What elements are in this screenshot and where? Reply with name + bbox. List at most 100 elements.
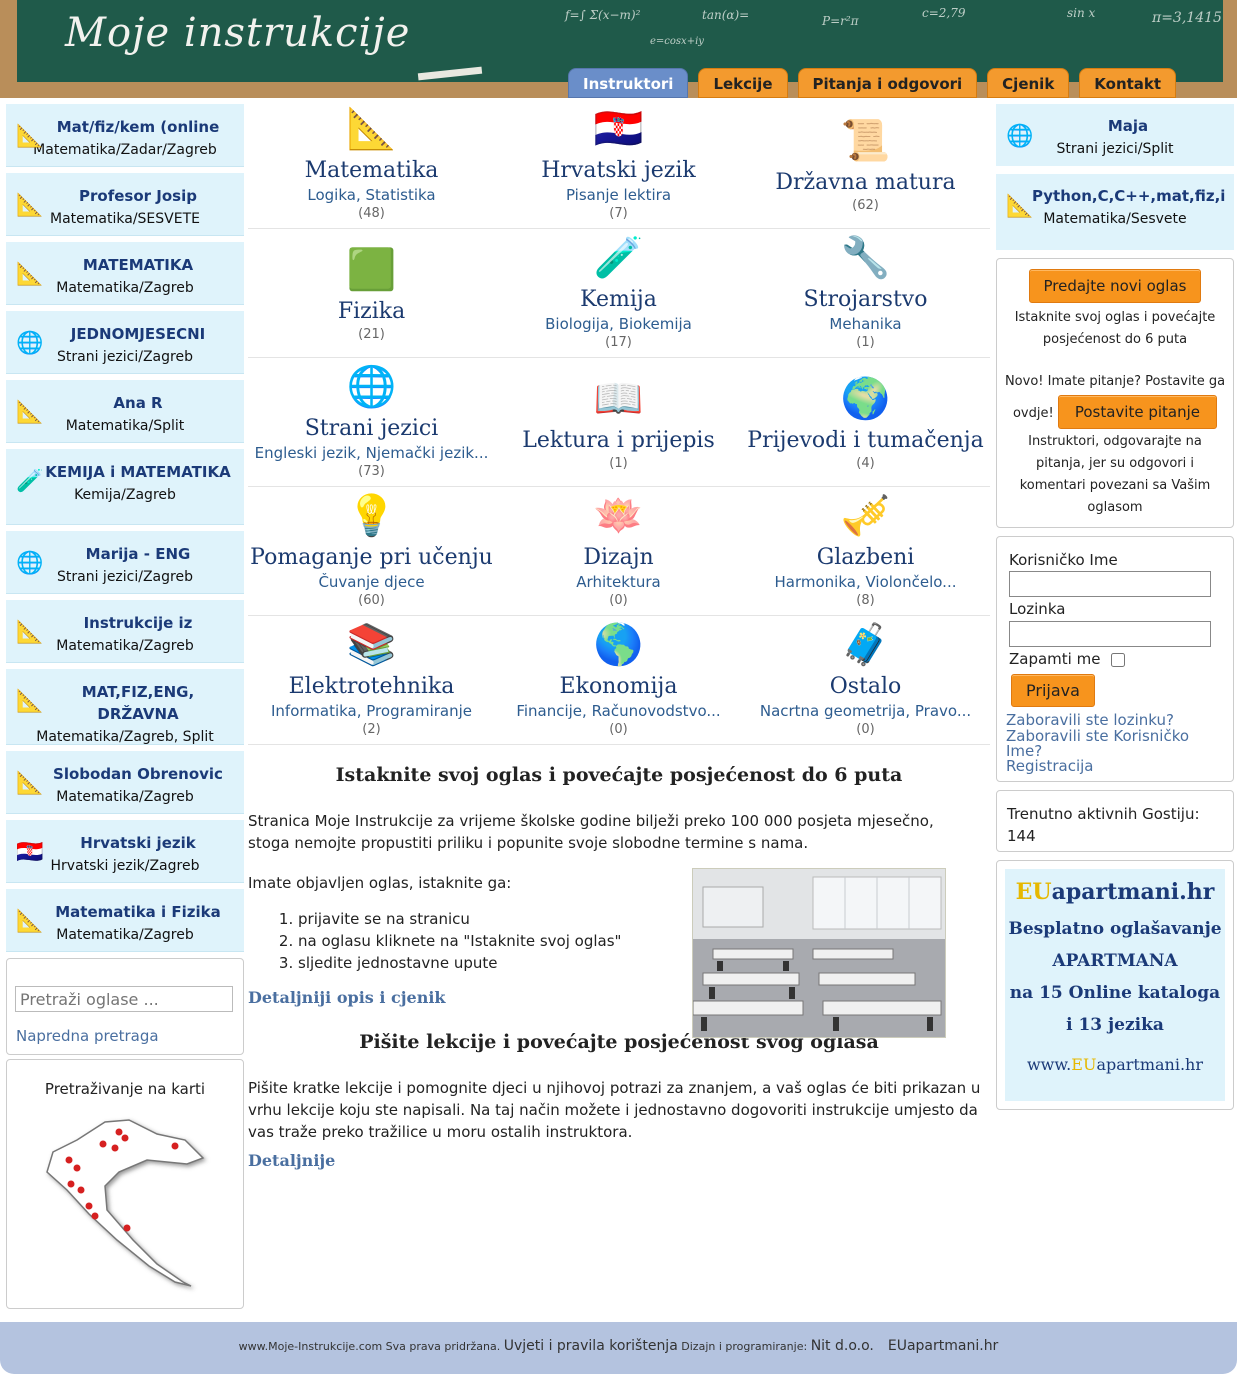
category-državna-matura[interactable]: 📜 Državna matura (62): [742, 112, 989, 213]
category-subjects[interactable]: Čuvanje djece: [248, 573, 495, 591]
formula-text: π=3,1415: [1152, 10, 1222, 26]
flask-icon: 🧪: [593, 235, 644, 281]
category-subjects[interactable]: Financije, Računovodstvo...: [495, 702, 742, 720]
tab-pitanja[interactable]: Pitanja i odgovori: [797, 68, 978, 98]
category-subjects[interactable]: Logika, Statistika: [248, 186, 495, 204]
eu-line: Besplatno oglašavanje: [1008, 919, 1222, 939]
classroom-photo: [692, 868, 946, 1038]
search-input[interactable]: [15, 986, 233, 1012]
category-matematika[interactable]: 📐 Matematika Logika, Statistika (48): [248, 100, 495, 221]
instructor-ad-card[interactable]: 🧪 KEMIJA i MATEMATIKA Kemija/Zagreb: [6, 449, 244, 525]
site-logo[interactable]: Moje instrukcije: [65, 10, 410, 56]
category-name[interactable]: Lektura i prijepis: [495, 428, 742, 454]
category-name[interactable]: Fizika: [248, 299, 495, 325]
company-link[interactable]: Nit d.o.o.: [811, 1338, 874, 1354]
instructor-ad-card[interactable]: 🌐 Maja Strani jezici/Split: [996, 104, 1234, 166]
globe-icon: 🌐: [16, 331, 44, 356]
eu-brand-b: apartmani.hr: [1051, 879, 1215, 905]
category-pomaganje-pri-učenju[interactable]: 💡 Pomaganje pri učenju Čuvanje djece (60): [248, 487, 495, 608]
category-count: (0): [856, 722, 875, 737]
promo-title-highlight: Istaknite svoj oglas i povećajte posjeće…: [335, 764, 903, 786]
instructor-ad-card[interactable]: 📐 Mat/fiz/kem (online Matematika/Zadar/Zag…: [6, 104, 244, 167]
eu-url-a: www.: [1026, 1055, 1072, 1074]
category-fizika[interactable]: 🟩 Fizika (21): [248, 241, 495, 342]
category-count: (60): [358, 593, 385, 608]
category-name[interactable]: Strani jezici: [248, 416, 495, 442]
terms-link[interactable]: Uvjeti i pravila korištenja: [504, 1338, 678, 1354]
instructor-ad-card[interactable]: 📐 Slobodan Obrenovic Matematika/Zagreb: [6, 751, 244, 814]
ask-question-button[interactable]: Postavite pitanje: [1057, 395, 1218, 429]
category-subjects[interactable]: Harmonika, Violončelo...: [742, 573, 989, 591]
password-input[interactable]: [1009, 621, 1211, 647]
category-strani-jezici[interactable]: 🌐 Strani jezici Engleski jezik, Njemački j…: [248, 358, 495, 479]
category-name[interactable]: Ekonomija: [495, 674, 742, 700]
forgot-username-link[interactable]: Zaboravili ste Korisničko Ime?: [1006, 729, 1196, 759]
instructor-ad-card[interactable]: 📐 Ana R Matematika/Split: [6, 380, 244, 443]
earth-icon: 🌍: [840, 376, 891, 422]
euapartmani-link[interactable]: EUapartmani.hr: [888, 1338, 998, 1354]
category-name[interactable]: Dizajn: [495, 545, 742, 571]
instructor-ad-card[interactable]: 🌐 JEDNOMJESECNI Strani jezici/Zagreb: [6, 311, 244, 374]
remember-checkbox[interactable]: [1111, 653, 1125, 667]
category-prijevodi-i-tumačenja[interactable]: 🌍 Prijevodi i tumačenja (4): [742, 370, 989, 471]
left-sidebar: 📐 Mat/fiz/kem (online Matematika/Zadar/Zag…: [6, 104, 244, 1309]
category-ekonomija[interactable]: 🌎 Ekonomija Financije, Računovodstvo... (0): [495, 616, 742, 737]
instructor-ad-card[interactable]: 🇭🇷 Hrvatski jezik Hrvatski jezik/Zagreb: [6, 820, 244, 883]
category-name[interactable]: Strojarstvo: [742, 287, 989, 313]
category-name[interactable]: Elektrotehnika: [248, 674, 495, 700]
eu-url-b: EU: [1071, 1055, 1097, 1074]
category-strojarstvo[interactable]: 🔧 Strojarstvo Mehanika (1): [742, 229, 989, 350]
login-button[interactable]: Prijava: [1011, 674, 1095, 707]
new-ad-button[interactable]: Predajte novi oglas: [1028, 269, 1202, 303]
category-name[interactable]: Kemija: [495, 287, 742, 313]
tab-instruktori[interactable]: Instruktori: [568, 68, 689, 98]
category-count: (62): [852, 198, 879, 213]
book-icon: 📖: [593, 376, 644, 422]
category-lektura-i-prijepis[interactable]: 📖 Lektura i prijepis (1): [495, 370, 742, 471]
blackboard-icon: 🟩: [346, 247, 397, 293]
category-kemija[interactable]: 🧪 Kemija Biologija, Biokemija (17): [495, 229, 742, 350]
category-subjects[interactable]: Mehanika: [742, 315, 989, 333]
math-tools-icon: 📐: [16, 124, 44, 149]
instructor-ad-card[interactable]: 🌐 Marija - ENG Strani jezici/Zagreb: [6, 531, 244, 594]
instructor-ad-card[interactable]: 📐 Python,C,C++,mat,fiz,i Matematika/Sesvet…: [996, 174, 1234, 250]
trumpet-icon: 🎺: [840, 493, 891, 539]
main-nav: Instruktori Lekcije Pitanja i odgovori C…: [568, 68, 1177, 98]
tab-lekcije[interactable]: Lekcije: [698, 68, 788, 98]
category-name[interactable]: Državna matura: [742, 170, 989, 196]
instructor-ad-card[interactable]: 📐 MATEMATIKA Matematika/Zagreb: [6, 242, 244, 305]
username-input[interactable]: [1009, 571, 1211, 597]
category-subjects[interactable]: Pisanje lektira: [495, 186, 742, 204]
category-subjects[interactable]: Arhitektura: [495, 573, 742, 591]
category-name[interactable]: Hrvatski jezik: [495, 158, 742, 184]
category-dizajn[interactable]: 🪷 Dizajn Arhitektura (0): [495, 487, 742, 608]
category-subjects[interactable]: Biologija, Biokemija: [495, 315, 742, 333]
tab-kontakt[interactable]: Kontakt: [1079, 68, 1177, 98]
category-name[interactable]: Prijevodi i tumačenja: [742, 428, 989, 454]
tab-cjenik[interactable]: Cjenik: [987, 68, 1070, 98]
croatia-map[interactable]: [7, 1060, 243, 1310]
category-name[interactable]: Glazbeni: [742, 545, 989, 571]
forgot-password-link[interactable]: Zaboravili ste lozinku?: [1006, 713, 1174, 728]
promo-text-lessons: Pišite kratke lekcije i pomognite djeci …: [248, 1079, 981, 1141]
instructor-ad-card[interactable]: 📐 Matematika i Fizika Matematika/Zagreb: [6, 889, 244, 952]
instructor-ad-card[interactable]: 📐 Profesor Josip Matematika/SESVETE: [6, 173, 244, 236]
category-subjects[interactable]: Nacrtna geometrija, Pravo...: [742, 702, 989, 720]
category-name[interactable]: Ostalo: [742, 674, 989, 700]
right-sidebar: 🌐 Maja Strani jezici/Split 📐 Python,C,C++,ma…: [996, 104, 1234, 1110]
instructor-ad-card[interactable]: 📐 Instrukcije iz Matematika/Zagreb: [6, 600, 244, 663]
category-ostalo[interactable]: 🧳 Ostalo Nacrtna geometrija, Pravo... (0): [742, 616, 989, 737]
instructor-ad-card[interactable]: 📐 MAT,FIZ,ENG, DRŽAVNA Matematika/Zagreb, …: [6, 669, 244, 745]
category-subjects[interactable]: Engleski jezik, Njemački jezik...: [248, 444, 495, 462]
category-subjects[interactable]: Informatika, Programiranje: [248, 702, 495, 720]
category-name[interactable]: Pomaganje pri učenju: [248, 545, 495, 571]
category-glazbeni[interactable]: 🎺 Glazbeni Harmonika, Violončelo... (8): [742, 487, 989, 608]
advanced-search-link[interactable]: Napredna pretraga: [16, 1027, 159, 1045]
category-elektrotehnika[interactable]: 📚 Elektrotehnika Informatika, Programiranj…: [248, 616, 495, 737]
category-name[interactable]: Matematika: [248, 158, 495, 184]
euapartmani-banner[interactable]: EUapartmani.hr Besplatno oglašavanje APA…: [1005, 869, 1225, 1101]
category-hrvatski-jezik[interactable]: 🇭🇷 Hrvatski jezik Pisanje lektira (7): [495, 100, 742, 221]
lessons-details-link[interactable]: Detaljnije: [248, 1151, 990, 1170]
register-link[interactable]: Registracija: [1006, 759, 1094, 774]
category-row: 💡 Pomaganje pri učenju Čuvanje djece (60) 🪷 D…: [248, 487, 990, 616]
